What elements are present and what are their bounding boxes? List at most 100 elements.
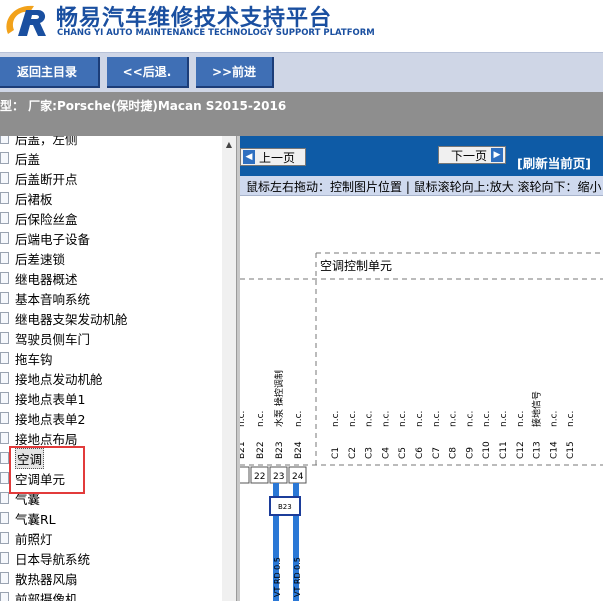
home-button[interactable]: 返回主目录 bbox=[0, 57, 100, 88]
changyi-logo-icon bbox=[6, 5, 46, 36]
c-pin-label: C4 bbox=[381, 447, 391, 459]
wire-tag-label: B23 bbox=[278, 503, 292, 511]
tree-item[interactable]: 接地点表单1 bbox=[0, 388, 85, 408]
tree-item[interactable]: 基本音响系统 bbox=[0, 288, 90, 308]
component-tree: 后盖，左侧 后盖 后盖断开点后裙板 后保险丝盒 后端电子设备后差速锁 继电器概述基本音响系… bbox=[0, 136, 222, 601]
document-icon bbox=[0, 292, 9, 304]
document-icon bbox=[0, 452, 9, 464]
connector-pin-number: 1 bbox=[240, 472, 241, 482]
tree-item[interactable]: 后盖断开点 bbox=[0, 168, 78, 188]
tree-item[interactable]: 后裙板 bbox=[0, 188, 53, 208]
tree-item-label: 后差速锁 bbox=[15, 251, 66, 267]
connector-pin-box bbox=[240, 466, 250, 484]
hint-bar: 鼠标左右拖动：控制图片位置 | 鼠标滚轮向上:放大 滚轮向下：缩小 bbox=[240, 176, 603, 196]
selection-highlight-box bbox=[9, 446, 85, 494]
forward-button[interactable]: >>前进 bbox=[196, 57, 274, 88]
document-icon bbox=[0, 492, 9, 504]
tree-item[interactable]: 接地点表单2 bbox=[0, 408, 85, 428]
tree-item-label: 接地点布局 bbox=[15, 431, 78, 447]
c-pin-desc: n.c. bbox=[516, 411, 526, 427]
c-pin-desc: n.c. bbox=[331, 411, 341, 427]
tree-item[interactable]: 后盖，左侧 bbox=[0, 136, 78, 148]
vehicle-info-bar: 车型： 厂家:Porsche(保时捷)Macan S2015-2016 bbox=[0, 92, 603, 136]
tree-item[interactable]: 气囊RL bbox=[0, 508, 56, 528]
nav-bar: 返回主目录 <<后退. >>前进 bbox=[0, 52, 603, 92]
tree-item-label: 前部摄像机 bbox=[15, 591, 78, 601]
tree-item[interactable]: 前照灯 bbox=[0, 528, 53, 548]
c-pin-label: C9 bbox=[465, 447, 475, 459]
tree-item-label: 散热器风扇 bbox=[15, 571, 78, 587]
document-icon bbox=[0, 392, 9, 404]
tree-item-label: 接地点表单1 bbox=[15, 391, 86, 407]
tree-item-label: 驾驶员侧车门 bbox=[15, 331, 91, 347]
document-icon bbox=[0, 512, 9, 524]
connector-pin-number: 23 bbox=[273, 472, 284, 482]
connector-pin-number: 22 bbox=[254, 472, 265, 482]
b-pin-label: B21 bbox=[240, 441, 247, 459]
document-icon bbox=[0, 136, 9, 144]
document-icon bbox=[0, 332, 9, 344]
scroll-thumb[interactable] bbox=[223, 164, 235, 464]
tree-item[interactable]: 后端电子设备 bbox=[0, 228, 90, 248]
c-pin-label: C14 bbox=[549, 441, 559, 459]
tree-item-label: 后盖，左侧 bbox=[15, 136, 78, 147]
tree-item-label: 继电器支架发动机舱 bbox=[15, 311, 128, 327]
prev-page-label: 上一页 bbox=[259, 150, 296, 165]
tree-item-label: 后裙板 bbox=[15, 191, 53, 207]
app-header: 畅易汽车维修技术支持平台 CHANG YI AUTO MAINTENANCE T… bbox=[0, 0, 603, 52]
refresh-page-link[interactable]: [刷新当前页] bbox=[517, 153, 591, 172]
wire-color-label: VT RD 0.5 bbox=[293, 557, 302, 597]
hint-text: 鼠标左右拖动：控制图片位置 | 鼠标滚轮向上:放大 滚轮向下：缩小 bbox=[246, 180, 602, 194]
scroll-up-icon[interactable]: ▲ bbox=[224, 140, 234, 150]
tree-item[interactable]: 接地点布局 bbox=[0, 428, 78, 448]
tree-item-label: 接地点表单2 bbox=[15, 411, 86, 427]
tree-item[interactable]: 后差速锁 bbox=[0, 248, 65, 268]
c-pin-label: C3 bbox=[365, 447, 375, 459]
tree-item-label: 拖车钩 bbox=[15, 351, 53, 367]
c-pin-desc: n.c. bbox=[381, 411, 391, 427]
document-icon bbox=[0, 572, 9, 584]
tree-item[interactable]: 后保险丝盒 bbox=[0, 208, 78, 228]
tree-item-label: 气囊RL bbox=[15, 511, 56, 527]
tree-item[interactable]: 接地点发动机舱 bbox=[0, 368, 103, 388]
c-pin-label: C12 bbox=[516, 441, 526, 459]
c-pin-desc: 接地信号 bbox=[531, 391, 543, 427]
document-icon bbox=[0, 232, 9, 244]
prev-page-button[interactable]: ◀ 上一页 bbox=[240, 148, 306, 166]
document-icon bbox=[0, 192, 9, 204]
c-pin-desc: n.c. bbox=[348, 411, 358, 427]
document-icon bbox=[0, 272, 9, 284]
b-pin-desc: n.c. bbox=[240, 411, 247, 427]
tree-item[interactable]: 继电器支架发动机舱 bbox=[0, 308, 128, 328]
wire-color-label: VT RD 0.5 bbox=[273, 557, 282, 597]
c-pin-label: C13 bbox=[533, 441, 543, 459]
document-icon bbox=[0, 372, 9, 384]
c-pin-desc: n.c. bbox=[566, 411, 576, 427]
next-page-button[interactable]: 下一页 ▶ bbox=[438, 146, 506, 164]
tree-item[interactable]: 散热器风扇 bbox=[0, 568, 78, 588]
tree-item[interactable]: 驾驶员侧车门 bbox=[0, 328, 90, 348]
document-icon bbox=[0, 152, 9, 164]
tree-item-label: 基本音响系统 bbox=[15, 291, 91, 307]
back-button[interactable]: <<后退. bbox=[107, 57, 189, 88]
tree-item[interactable]: 前部摄像机 bbox=[0, 588, 78, 601]
document-icon bbox=[0, 432, 9, 444]
vehicle-info: 车型： 厂家:Porsche(保时捷)Macan S2015-2016 bbox=[0, 99, 287, 113]
c-pin-label: C7 bbox=[432, 447, 442, 459]
c-pin-desc: n.c. bbox=[449, 411, 459, 427]
c-pin-label: C2 bbox=[348, 447, 358, 459]
tree-item[interactable]: 后盖 bbox=[0, 148, 40, 168]
tree-item[interactable]: 继电器概述 bbox=[0, 268, 78, 288]
c-pin-label: C1 bbox=[331, 447, 341, 459]
platform-subtitle: CHANG YI AUTO MAINTENANCE TECHNOLOGY SUP… bbox=[57, 28, 375, 38]
tree-item[interactable]: 拖车钩 bbox=[0, 348, 53, 368]
next-page-label: 下一页 bbox=[450, 148, 487, 163]
document-icon bbox=[0, 212, 9, 224]
c-pin-label: C6 bbox=[415, 447, 425, 459]
tree-scrollbar[interactable]: ▲ bbox=[222, 136, 236, 601]
tree-item[interactable]: 日本导航系统 bbox=[0, 548, 90, 568]
document-icon bbox=[0, 472, 9, 484]
document-icon bbox=[0, 552, 9, 564]
wiring-diagram[interactable]: 空调控制单元 B21 n.c. B22 n.c. B23 水泵 操控调制 B24 n.c. C1… bbox=[240, 197, 603, 601]
b-pin-label: B24 bbox=[294, 441, 304, 459]
